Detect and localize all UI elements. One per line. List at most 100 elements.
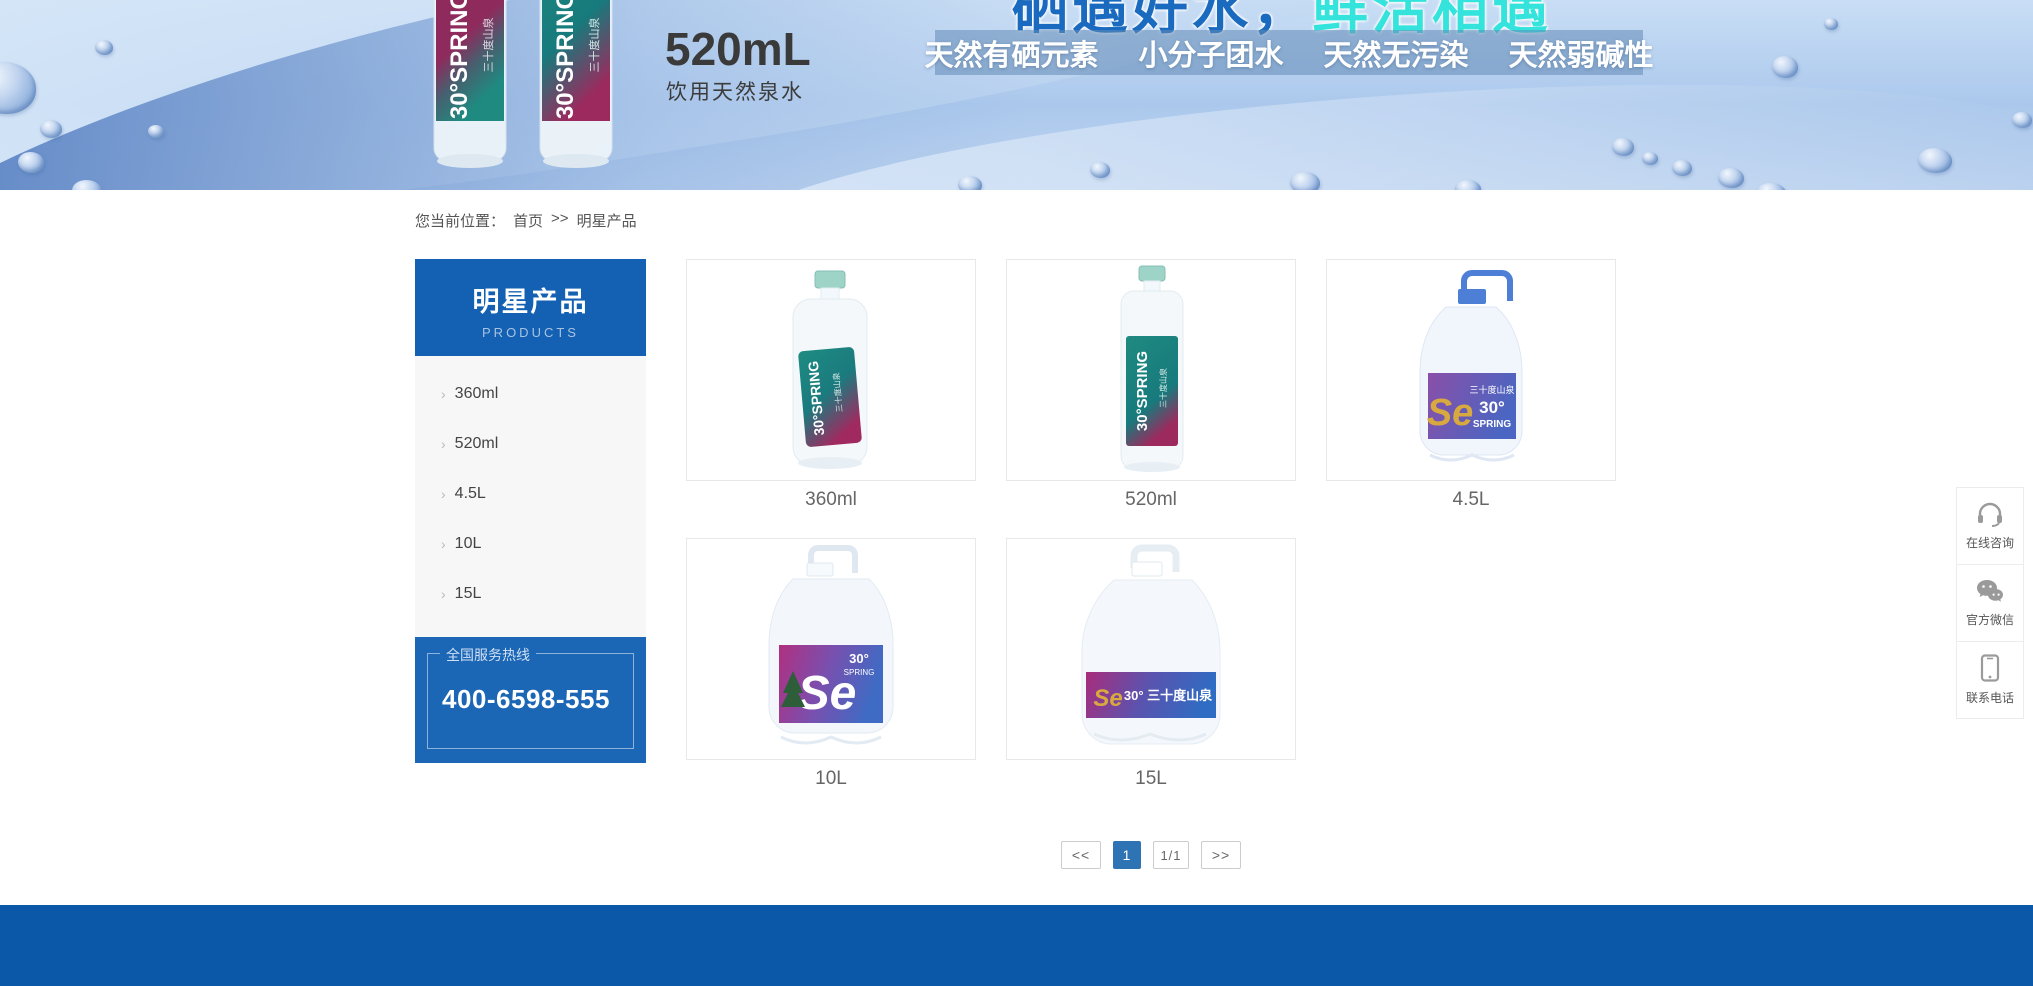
product-card-4-5l[interactable]: Se 三十度山泉 30° SPRING (1326, 259, 1616, 481)
svg-text:SPRING: SPRING (1473, 419, 1512, 430)
arrow-icon: › (441, 536, 446, 552)
water-droplet (1290, 172, 1320, 190)
hotline-box: 全国服务热线 400-6598-555 (427, 653, 634, 749)
sidebar-item-label: 15L (455, 585, 482, 603)
product-caption-360ml: 360ml (686, 489, 976, 511)
product-image-15l: Se 30° 三十度山泉 (1056, 540, 1246, 758)
footer (0, 905, 2033, 986)
water-droplet (1612, 138, 1634, 156)
wechat-icon (1975, 578, 2005, 604)
float-contact-bar: 在线咨询 官方微信 联系电话 (1956, 488, 2024, 719)
headset-icon (1976, 501, 2004, 527)
product-image-360ml: 30°SPRING 三十度山泉 (751, 267, 911, 473)
pagination-prev-button[interactable]: << (1061, 841, 1101, 869)
banner-bottle-magenta: 30°SPRING 三十度山泉 (420, 0, 520, 175)
hero-banner: 硒遇好水，鲜活相遇 天然有硒元素 小分子团水 天然无污染 天然弱碱性 30°SP… (0, 0, 2033, 190)
feature-text: 天然弱碱性 (1509, 32, 1654, 74)
official-wechat-button[interactable]: 官方微信 (1956, 564, 2024, 642)
banner-bottle-teal: 30°SPRING 三十度山泉 (526, 0, 626, 175)
float-item-label: 官方微信 (1966, 611, 2014, 628)
svg-text:30°SPRING: 30°SPRING (446, 0, 473, 119)
product-image-10l: Se 30° SPRING (741, 541, 921, 757)
product-image-520ml: 30°SPRING 三十度山泉 (1071, 264, 1231, 476)
product-caption-10l: 10L (686, 768, 976, 790)
float-item-label: 在线咨询 (1966, 534, 2014, 551)
water-droplet (958, 176, 982, 190)
pagination-info: 1/1 (1153, 841, 1189, 869)
sidebar-item-10l[interactable]: › 10L (415, 519, 646, 569)
product-card-360ml[interactable]: 30°SPRING 三十度山泉 (686, 259, 976, 481)
water-droplet (95, 40, 113, 55)
banner-bottles: 30°SPRING 三十度山泉 30°SPRING 三十度山泉 (420, 0, 635, 175)
water-droplet (1918, 148, 1952, 173)
sidebar-item-520ml[interactable]: › 520ml (415, 419, 646, 469)
pagination: << 1 1/1 >> (686, 841, 1616, 869)
svg-text:30°SPRING: 30°SPRING (1134, 351, 1151, 431)
svg-text:三十度山泉: 三十度山泉 (587, 18, 601, 73)
product-card-15l[interactable]: Se 30° 三十度山泉 (1006, 538, 1296, 760)
sidebar-item-label: 360ml (455, 385, 499, 403)
water-droplet (1642, 152, 1658, 165)
water-droplet (1090, 162, 1110, 178)
water-droplet (148, 125, 164, 138)
breadcrumb-current: 明星产品 (577, 210, 637, 231)
svg-text:Se: Se (1093, 685, 1122, 712)
phone-icon (1979, 654, 2001, 682)
feature-text: 天然有硒元素 (924, 32, 1098, 74)
banner-feature-strip: 天然有硒元素 小分子团水 天然无污染 天然弱碱性 (935, 30, 1643, 75)
water-droplet (1718, 168, 1744, 188)
feature-text: 天然无污染 (1324, 32, 1469, 74)
svg-text:Se: Se (1427, 392, 1473, 434)
product-image-4-5l: Se 三十度山泉 30° SPRING (1386, 265, 1556, 475)
water-droplet (40, 120, 62, 138)
sidebar-item-label: 10L (455, 535, 482, 553)
breadcrumb-separator: >> (551, 210, 569, 231)
svg-text:三十度山泉: 三十度山泉 (481, 18, 495, 73)
float-item-label: 联系电话 (1966, 689, 2014, 706)
breadcrumb: 您当前位置： 首页 >> 明星产品 (415, 210, 637, 231)
sidebar-item-15l[interactable]: › 15L (415, 569, 646, 619)
sidebar-title: 明星产品 (415, 280, 646, 319)
hotline-number: 400-6598-555 (442, 684, 633, 715)
svg-text:30°: 30° (1479, 398, 1505, 417)
hotline-label: 全国服务热线 (440, 645, 536, 665)
water-droplet (1672, 160, 1692, 176)
water-droplet (2012, 112, 2032, 128)
product-card-10l[interactable]: Se 30° SPRING (686, 538, 976, 760)
page: 硒遇好水，鲜活相遇 天然有硒元素 小分子团水 天然无污染 天然弱碱性 30°SP… (0, 0, 2033, 986)
svg-text:30° 三十度山泉: 30° 三十度山泉 (1124, 688, 1213, 703)
product-caption-520ml: 520ml (1006, 489, 1296, 511)
arrow-icon: › (441, 586, 446, 602)
svg-text:30°SPRING: 30°SPRING (552, 0, 579, 119)
sidebar-subtitle: PRODUCTS (415, 325, 646, 340)
product-card-520ml[interactable]: 30°SPRING 三十度山泉 (1006, 259, 1296, 481)
svg-text:SPRING: SPRING (844, 668, 875, 677)
arrow-icon: › (441, 436, 446, 452)
water-droplet (18, 152, 44, 173)
breadcrumb-prefix: 您当前位置： (415, 210, 505, 231)
svg-text:三十度山泉: 三十度山泉 (1469, 384, 1514, 395)
breadcrumb-home-link[interactable]: 首页 (513, 210, 543, 231)
arrow-icon: › (441, 386, 446, 402)
sidebar-item-label: 520ml (455, 435, 499, 453)
hotline-panel: 全国服务热线 400-6598-555 (415, 637, 646, 763)
svg-text:30°: 30° (849, 651, 869, 666)
product-caption-15l: 15L (1006, 768, 1296, 790)
feature-text: 小分子团水 (1138, 32, 1283, 74)
sidebar-item-360ml[interactable]: › 360ml (415, 369, 646, 419)
contact-phone-button[interactable]: 联系电话 (1956, 641, 2024, 719)
sidebar-item-label: 4.5L (455, 485, 486, 503)
sidebar-header: 明星产品 PRODUCTS (415, 259, 646, 356)
pagination-page-1-button[interactable]: 1 (1113, 841, 1141, 869)
online-consult-button[interactable]: 在线咨询 (1956, 487, 2024, 565)
svg-text:三十度山泉: 三十度山泉 (1158, 368, 1168, 408)
banner-volume-label: 520mL (665, 22, 811, 76)
water-droplet (1824, 18, 1838, 30)
sidebar-item-4-5l[interactable]: › 4.5L (415, 469, 646, 519)
arrow-icon: › (441, 486, 446, 502)
sidebar-menu: › 360ml › 520ml › 4.5L › 10L › 15L (415, 356, 646, 637)
product-caption-4-5l: 4.5L (1326, 489, 1616, 511)
pagination-next-button[interactable]: >> (1201, 841, 1241, 869)
water-droplet (1772, 56, 1798, 78)
banner-volume-subtitle: 饮用天然泉水 (666, 76, 804, 106)
